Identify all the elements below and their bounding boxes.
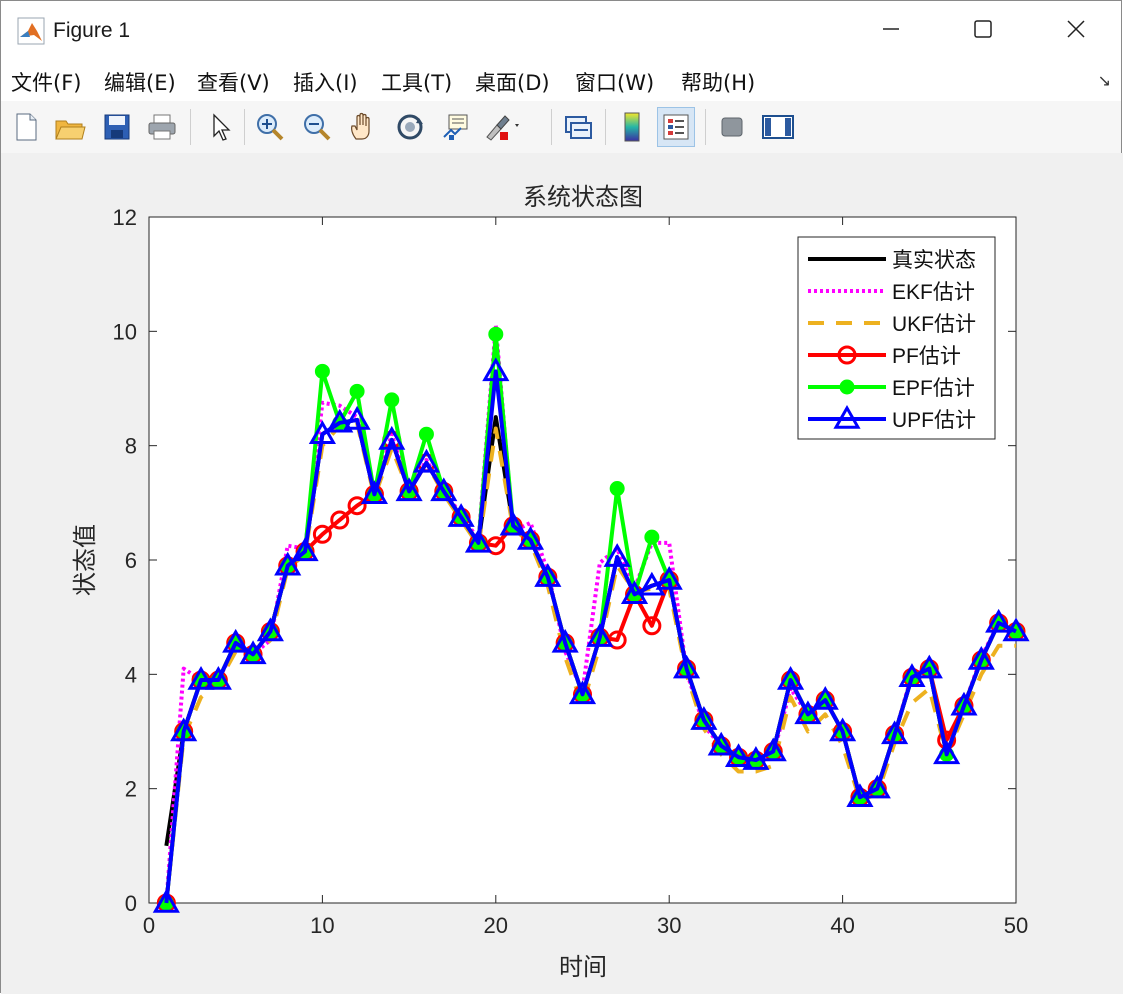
legend-label-ukf: UKF估计 — [892, 313, 976, 336]
x-tick-label: 0 — [143, 913, 155, 938]
menu-help[interactable]: 帮助(H) — [681, 67, 755, 97]
data-point-epf — [488, 326, 504, 342]
data-point-epf — [644, 529, 660, 545]
brush-icon[interactable] — [483, 107, 521, 147]
y-tick-label: 6 — [125, 548, 137, 573]
dock-arrow-icon[interactable]: ↘ — [1098, 71, 1111, 90]
minimize-icon — [883, 28, 899, 30]
menu-file[interactable]: 文件(F) — [11, 67, 81, 97]
data-point-epf — [418, 426, 434, 442]
pan-hand-icon[interactable] — [344, 107, 382, 147]
new-figure-icon[interactable] — [7, 107, 45, 147]
data-point-epf — [384, 392, 400, 408]
legend-marker-epf — [839, 379, 855, 395]
window-title: Figure 1 — [53, 19, 131, 42]
x-tick-label: 10 — [310, 913, 334, 938]
matlab-logo-icon — [17, 17, 45, 45]
figure-toolbar — [1, 101, 1121, 154]
y-tick-label: 2 — [125, 777, 137, 802]
figure-canvas: 0 10 20 30 40 50 0 2 4 6 8 10 12 系统状态图 时间 状态值 真实状态 EK… — [1, 153, 1123, 994]
legend-label-true: 真实状态 — [892, 249, 976, 272]
y-tick-label: 0 — [125, 891, 137, 916]
legend-label-ekf: EKF估计 — [892, 281, 975, 304]
close-button[interactable] — [1056, 9, 1096, 49]
menu-insert[interactable]: 插入(I) — [293, 67, 358, 97]
legend[interactable]: 真实状态 EKF估计 UKF估计 PF估计 EPF估计 UPF估计 — [797, 236, 996, 440]
menu-bar: 文件(F) 编辑(E) 查看(V) 插入(I) 工具(T) 桌面(D) 窗口(W… — [1, 59, 1121, 102]
x-tick-label: 50 — [1004, 913, 1028, 938]
menu-view[interactable]: 查看(V) — [197, 67, 270, 97]
x-axis-label: 时间 — [559, 954, 607, 981]
figure-window: Figure 1 文件(F) 编辑(E) 查看(V) 插入(I) 工具(T) 桌… — [0, 0, 1123, 994]
minimize-button[interactable] — [871, 9, 911, 49]
zoom-in-icon[interactable] — [251, 107, 289, 147]
data-point-epf — [314, 363, 330, 379]
menu-window[interactable]: 窗口(W) — [575, 67, 654, 97]
maximize-icon — [974, 20, 992, 38]
rotate-3d-icon[interactable] — [391, 107, 429, 147]
y-tick-label: 4 — [125, 662, 137, 687]
y-axis-label: 状态值 — [72, 524, 99, 596]
x-tick-label: 30 — [657, 913, 681, 938]
maximize-button[interactable] — [963, 9, 1003, 49]
chart-svg[interactable]: 0 10 20 30 40 50 0 2 4 6 8 10 12 系统状态图 时间 状态值 真实状态 EK… — [1, 153, 1123, 994]
hide-plot-tools-icon[interactable] — [713, 107, 751, 147]
menu-edit[interactable]: 编辑(E) — [104, 67, 176, 97]
print-icon[interactable] — [143, 107, 181, 147]
zoom-out-icon[interactable] — [298, 107, 336, 147]
data-point-epf — [609, 481, 625, 497]
x-tick-label: 40 — [830, 913, 854, 938]
menu-tools[interactable]: 工具(T) — [381, 67, 452, 97]
pointer-icon[interactable] — [200, 107, 238, 147]
link-plot-icon[interactable] — [559, 107, 597, 147]
title-bar: Figure 1 — [1, 1, 1121, 59]
y-tick-label: 12 — [113, 205, 137, 230]
data-tips-icon[interactable] — [437, 107, 475, 147]
show-plot-tools-icon[interactable] — [759, 107, 797, 147]
legend-label-epf: EPF估计 — [892, 377, 975, 400]
colorbar-icon[interactable] — [613, 107, 651, 147]
y-tick-label: 8 — [125, 434, 137, 459]
open-folder-icon[interactable] — [51, 107, 89, 147]
save-icon[interactable] — [98, 107, 136, 147]
y-tick-label: 10 — [113, 319, 137, 344]
close-icon — [1067, 20, 1085, 38]
menu-desktop[interactable]: 桌面(D) — [475, 67, 550, 97]
legend-label-upf: UPF估计 — [892, 409, 976, 432]
x-tick-label: 20 — [484, 913, 508, 938]
data-point-epf — [349, 383, 365, 399]
legend-label-pf: PF估计 — [892, 345, 961, 368]
chart-title: 系统状态图 — [523, 184, 643, 211]
legend-icon[interactable] — [657, 107, 695, 147]
